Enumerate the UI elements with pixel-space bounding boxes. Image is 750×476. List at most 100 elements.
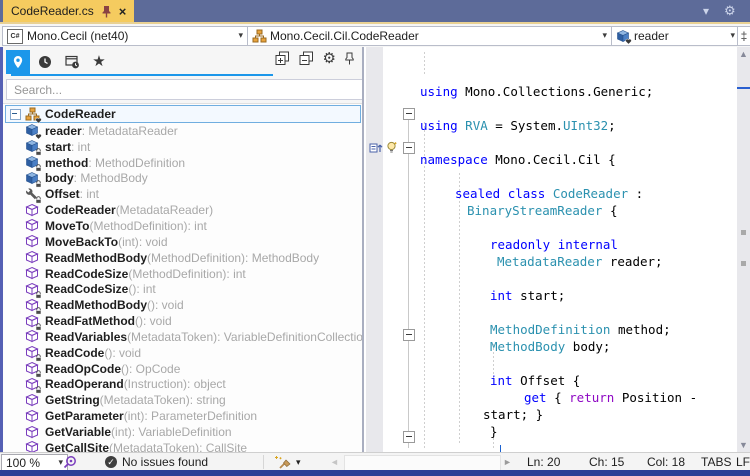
chevron-down-icon[interactable]: ▾: [703, 2, 709, 20]
member-name: CodeReader: [45, 107, 116, 121]
prop-icon: [25, 187, 40, 202]
tree-item-readopcode[interactable]: ReadOpCode () : OpCode: [3, 361, 362, 377]
fold-collapse-icon[interactable]: [403, 108, 415, 120]
code-line: start; }: [483, 407, 543, 423]
member-type: : int: [188, 219, 207, 233]
gear-icon[interactable]: ⚙: [724, 2, 736, 20]
gear-icon[interactable]: ⚙: [323, 51, 336, 66]
history-tab[interactable]: [33, 50, 57, 74]
method-icon: [25, 393, 40, 408]
code-line: MetadataReader reader;: [497, 254, 663, 270]
code-line: MethodDefinition method;: [490, 322, 671, 338]
inheritance-margin-icon[interactable]: [369, 141, 383, 155]
fold-collapse-icon[interactable]: [403, 431, 415, 443]
code-token: [545, 186, 553, 201]
fold-collapse-icon[interactable]: [403, 329, 415, 341]
tab-title: CodeReader.cs: [11, 4, 94, 18]
member-dropdown[interactable]: reader ▾: [611, 26, 740, 46]
member-type: : void: [143, 314, 172, 328]
eol-indicator[interactable]: LF: [736, 453, 750, 471]
collapse-all-icon[interactable]: [299, 51, 314, 66]
csharp-project-icon: C#: [7, 29, 23, 44]
split-window-button[interactable]: ‡: [737, 26, 750, 46]
tabs-indicator[interactable]: TABS: [701, 453, 731, 471]
chevron-down-icon: ▾: [238, 30, 243, 41]
tree-expander-icon[interactable]: [10, 109, 21, 120]
col-indicator[interactable]: Col: 18: [647, 453, 685, 471]
tree-item-body[interactable]: body : MethodBody: [3, 170, 362, 186]
tree-item-readoperand[interactable]: ReadOperand (Instruction) : object: [3, 376, 362, 392]
char-indicator[interactable]: Ch: 15: [589, 453, 624, 471]
pin-tab[interactable]: [6, 50, 30, 74]
favorites-tab[interactable]: ★: [87, 50, 111, 74]
tree-item-readcode[interactable]: ReadCode () : void: [3, 345, 362, 361]
tree-item-movebackto[interactable]: MoveBackTo (int) : void: [3, 234, 362, 250]
code-token: method;: [610, 322, 670, 337]
pushpin-icon[interactable]: [345, 52, 354, 65]
tree-item-getparameter[interactable]: GetParameter (int) : ParameterDefinition: [3, 408, 362, 424]
indent-guide: [459, 173, 460, 445]
tree-item-offset[interactable]: Offset : int: [3, 186, 362, 202]
method-icon: [25, 345, 40, 360]
lightbulb-icon[interactable]: [385, 141, 399, 155]
issues-status[interactable]: ✓ No issues found: [105, 453, 208, 471]
tree-item-getvariable[interactable]: GetVariable (int) : VariableDefinition: [3, 424, 362, 440]
tree-item-readmethodbody[interactable]: ReadMethodBody () : void: [3, 297, 362, 313]
code-editor[interactable]: using Mono.Collections.Generic;using RVA…: [364, 47, 737, 452]
hscroll-right-arrow[interactable]: ►: [503, 457, 512, 467]
zoom-dropdown[interactable]: 100 % ▾: [1, 454, 68, 471]
code-token: RVA: [465, 118, 488, 133]
code-health-indicator[interactable]: [63, 453, 77, 471]
member-type: : VariableDefinition: [132, 425, 232, 439]
field-internal-icon: [616, 29, 630, 43]
member-type: : MethodDefinition: [88, 156, 185, 170]
type-dropdown[interactable]: Mono.Cecil.Cil.CodeReader ▾: [247, 26, 612, 46]
code-line: int Offset {: [490, 373, 580, 389]
expand-all-icon[interactable]: [275, 51, 290, 66]
chevron-down-icon: ▾: [602, 30, 607, 41]
member-type: : void: [112, 346, 141, 360]
tree-item-codereader[interactable]: CodeReader: [5, 105, 361, 123]
tree-item-start[interactable]: start : int: [3, 139, 362, 155]
code-line: BinaryStreamReader {: [467, 203, 618, 219]
tree-item-readmethodbody[interactable]: ReadMethodBody (MethodDefinition) : Meth…: [3, 250, 362, 266]
location-pin-icon: [11, 55, 25, 69]
breakpoint-gutter[interactable]: [366, 47, 383, 452]
tree-item-getstring[interactable]: GetString (MetadataToken) : string: [3, 392, 362, 408]
hscroll-left-arrow[interactable]: ◄: [330, 457, 339, 467]
scroll-up-arrow[interactable]: ▲: [737, 47, 750, 61]
text-caret: [500, 445, 501, 452]
recent-window-tab[interactable]: [60, 50, 84, 74]
tree-item-readcodesize[interactable]: ReadCodeSize (MethodDefinition) : int: [3, 266, 362, 282]
tree-item-readfatmethod[interactable]: ReadFatMethod () : void: [3, 313, 362, 329]
search-input[interactable]: Search...: [6, 79, 367, 100]
broom-icon: [274, 455, 291, 470]
issues-label: No issues found: [122, 455, 208, 469]
tree-item-moveto[interactable]: MoveTo (MethodDefinition) : int: [3, 218, 362, 234]
fold-collapse-icon[interactable]: [403, 142, 415, 154]
class-icon: [252, 29, 266, 43]
code-token: start; }: [483, 407, 543, 422]
line-indicator[interactable]: Ln: 20: [527, 453, 560, 471]
code-token: MetadataReader: [497, 254, 602, 269]
scroll-down-arrow[interactable]: ▼: [737, 438, 750, 452]
pin-icon[interactable]: [101, 5, 112, 18]
tree-item-method[interactable]: method : MethodDefinition: [3, 155, 362, 171]
tree-item-codereader[interactable]: CodeReader (MetadataReader): [3, 202, 362, 218]
status-bar: [0, 470, 750, 476]
member-type: : int: [136, 282, 155, 296]
close-icon[interactable]: ×: [119, 5, 127, 18]
tree-item-reader[interactable]: reader : MetadataReader: [3, 123, 362, 139]
project-dropdown[interactable]: C# Mono.Cecil (net40) ▾: [2, 26, 248, 46]
member-signature: (): [147, 298, 155, 312]
editor-horizontal-scrollbar[interactable]: [344, 455, 501, 471]
tree-item-readvariables[interactable]: ReadVariables (MetadataToken) : Variable…: [3, 329, 362, 345]
tab-codereader[interactable]: CodeReader.cs ×: [3, 0, 134, 22]
member-type: : MethodBody: [74, 171, 148, 185]
member-name: MoveTo: [45, 219, 89, 233]
tree-item-readcodesize[interactable]: ReadCodeSize () : int: [3, 281, 362, 297]
method-icon: [25, 361, 40, 376]
editor-vertical-scrollbar[interactable]: ▲ ▼: [737, 47, 750, 452]
code-line: using RVA = System.UInt32;: [420, 118, 616, 134]
code-cleanup-button[interactable]: ▾: [274, 453, 301, 471]
